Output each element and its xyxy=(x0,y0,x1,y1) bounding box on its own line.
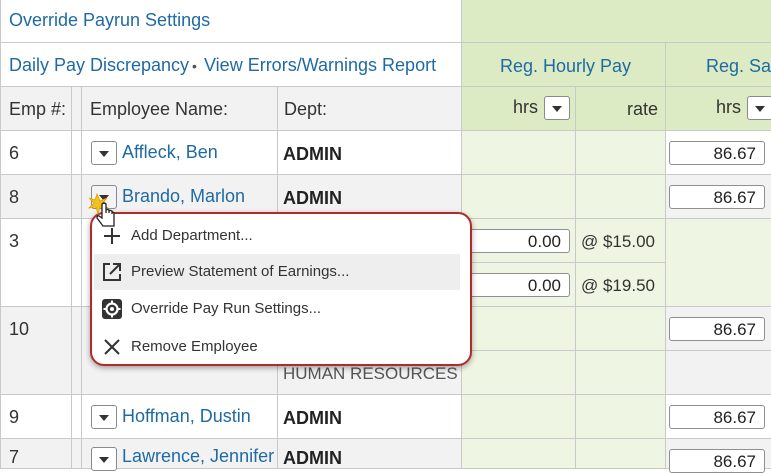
employee-name-link[interactable]: Affleck, Ben xyxy=(122,142,218,163)
row-actions-dropdown[interactable] xyxy=(91,405,117,429)
table-cell xyxy=(462,395,576,439)
close-icon xyxy=(104,339,120,355)
salary-hours-input[interactable]: 86.67 xyxy=(669,449,765,473)
salary-hours-input[interactable]: 86.67 xyxy=(669,317,765,341)
menu-item-label: Override Pay Run Settings... xyxy=(131,300,322,317)
emp-number: 10 xyxy=(9,319,30,339)
table-cell xyxy=(72,439,82,469)
menu-item-remove-employee[interactable]: Remove Employee xyxy=(94,329,460,365)
rate-header: rate xyxy=(627,99,659,119)
salary-hours-input[interactable]: 86.67 xyxy=(669,141,765,165)
hand-cursor-icon xyxy=(88,192,115,227)
table-cell xyxy=(666,351,771,395)
menu-item-label: Add Department... xyxy=(131,227,253,244)
table-cell xyxy=(462,307,576,351)
employee-name-link[interactable]: Brando, Marlon xyxy=(122,186,245,207)
dept-value: ADMIN xyxy=(283,448,342,468)
table-cell xyxy=(576,439,666,469)
employee-name-link[interactable]: Hoffman, Dustin xyxy=(122,406,251,427)
emp-number: 3 xyxy=(9,231,20,251)
hourly-hours-input[interactable]: 0.00 xyxy=(466,273,570,297)
table-cell xyxy=(576,395,666,439)
daily-pay-discrepancy-link[interactable]: Daily Pay Discrepancy xyxy=(9,55,189,76)
table-cell xyxy=(72,175,82,219)
table-cell xyxy=(72,307,82,395)
dept-value: ADMIN xyxy=(283,144,342,164)
menu-item-label: Remove Employee xyxy=(131,338,258,355)
override-payrun-link[interactable]: Override Payrun Settings xyxy=(9,10,210,31)
salary-hours-input[interactable]: 86.67 xyxy=(669,405,765,429)
menu-item-override-pay-run[interactable]: Override Pay Run Settings... xyxy=(94,291,460,327)
table-cell xyxy=(462,351,576,395)
table-cell xyxy=(462,131,576,175)
table-cell xyxy=(462,439,576,469)
emp-number: 6 xyxy=(9,143,20,163)
reg-salary-label: Reg. Sal xyxy=(706,56,771,76)
view-errors-warnings-link[interactable]: View Errors/Warnings Report xyxy=(204,55,436,76)
external-link-icon xyxy=(103,263,121,281)
emp-header: Emp #: xyxy=(9,99,67,119)
table-cell xyxy=(576,175,666,219)
table-cell xyxy=(576,351,666,395)
link-separator: • xyxy=(192,58,197,74)
table-cell xyxy=(666,219,771,307)
row-actions-dropdown[interactable] xyxy=(91,141,117,165)
header-green xyxy=(462,0,771,43)
employee-name-header: Employee Name: xyxy=(90,99,229,119)
menu-item-preview-statement[interactable]: Preview Statement of Earnings... xyxy=(94,254,460,290)
dept-value: HUMAN RESOURCES xyxy=(283,364,458,383)
reg-hourly-pay-label: Reg. Hourly Pay xyxy=(500,56,632,76)
hrs2-header: hrs xyxy=(716,97,742,117)
table-cell xyxy=(72,395,82,439)
hourly-rate: @ $15.00 xyxy=(581,232,655,251)
table-cell xyxy=(576,307,666,351)
hrs-header: hrs xyxy=(513,97,539,117)
gear-icon xyxy=(102,299,122,319)
row-actions-dropdown[interactable] xyxy=(91,447,117,471)
table-cell xyxy=(462,175,576,219)
table-cell xyxy=(576,131,666,175)
salary-hours-input[interactable]: 86.67 xyxy=(669,185,765,209)
hrs-dropdown[interactable] xyxy=(544,96,570,120)
menu-item-add-department[interactable]: Add Department... xyxy=(94,218,460,254)
col-gap xyxy=(72,87,82,131)
hrs2-dropdown[interactable] xyxy=(747,96,771,120)
emp-number: 9 xyxy=(9,407,20,427)
employee-context-menu: Add Department... Preview Statement of E… xyxy=(90,212,472,366)
table-cell xyxy=(72,131,82,175)
hourly-hours-input[interactable]: 0.00 xyxy=(466,229,570,253)
table-cell xyxy=(72,219,82,307)
dept-value: ADMIN xyxy=(283,408,342,428)
emp-number: 7 xyxy=(9,447,20,467)
hourly-rate: @ $19.50 xyxy=(581,276,655,295)
emp-number: 8 xyxy=(9,187,20,207)
dept-header: Dept: xyxy=(284,99,328,119)
menu-item-label: Preview Statement of Earnings... xyxy=(131,263,350,280)
dept-value: ADMIN xyxy=(283,188,342,208)
